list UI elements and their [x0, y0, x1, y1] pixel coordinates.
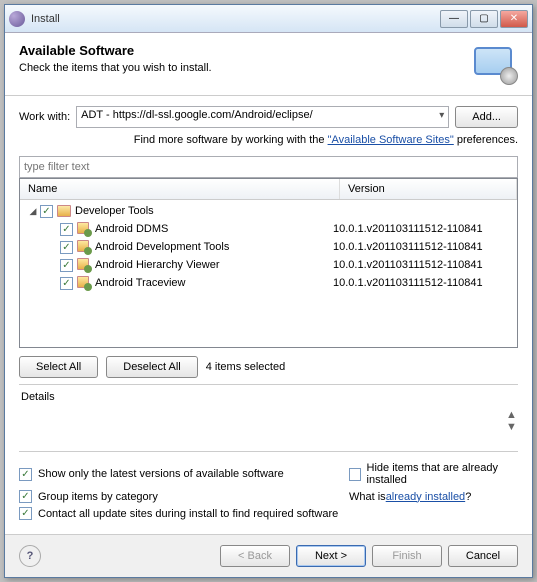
titlebar[interactable]: Install — ▢ ✕: [5, 5, 532, 33]
hide-label: Hide items that are already installed: [367, 462, 518, 486]
tree-item-row[interactable]: ✓ Android Hierarchy Viewer 10.0.1.v20110…: [20, 256, 517, 274]
item-label: Android DDMS: [95, 223, 333, 235]
software-tree[interactable]: Name Version ◢ ✓ Developer Tools ✓ Andro…: [19, 178, 518, 348]
plugin-icon: [77, 240, 91, 254]
content-area: Work with: ADT - https://dl-ssl.google.c…: [5, 96, 532, 534]
checkbox[interactable]: ✓: [40, 205, 53, 218]
header-subtitle: Check the items that you wish to install…: [19, 62, 460, 74]
checkbox[interactable]: ✓: [60, 277, 73, 290]
selection-count: 4 items selected: [206, 361, 285, 373]
details-section: Details ▲▼: [19, 384, 518, 443]
work-with-value: ADT - https://dl-ssl.google.com/Android/…: [81, 109, 313, 121]
parent-label: Developer Tools: [75, 205, 345, 217]
work-with-combo[interactable]: ADT - https://dl-ssl.google.com/Android/…: [76, 106, 449, 128]
filter-input[interactable]: [19, 156, 518, 178]
plugin-icon: [77, 276, 91, 290]
col-version[interactable]: Version: [340, 179, 517, 199]
group-label: Group items by category: [38, 491, 158, 503]
help-button[interactable]: ?: [19, 545, 41, 567]
header-text: Available Software Check the items that …: [19, 43, 460, 74]
next-button[interactable]: Next >: [296, 545, 366, 567]
item-version: 10.0.1.v201103111512-110841: [333, 259, 517, 271]
tree-body: ◢ ✓ Developer Tools ✓ Android DDMS 10.0.…: [20, 200, 517, 294]
work-with-label: Work with:: [19, 111, 70, 123]
cancel-button[interactable]: Cancel: [448, 545, 518, 567]
maximize-button[interactable]: ▢: [470, 10, 498, 28]
minimize-button[interactable]: —: [440, 10, 468, 28]
hide-checkbox[interactable]: [349, 468, 361, 481]
plugin-icon: [77, 258, 91, 272]
item-version: 10.0.1.v201103111512-110841: [333, 277, 517, 289]
find-more-text: Find more software by working with the "…: [19, 134, 518, 146]
item-label: Android Traceview: [95, 277, 333, 289]
whatis-text: What is: [349, 491, 386, 503]
item-label: Android Hierarchy Viewer: [95, 259, 333, 271]
install-icon: [470, 43, 518, 85]
contact-checkbox[interactable]: ✓: [19, 507, 32, 520]
group-checkbox[interactable]: ✓: [19, 490, 32, 503]
tree-item-row[interactable]: ✓ Android Development Tools 10.0.1.v2011…: [20, 238, 517, 256]
work-with-row: Work with: ADT - https://dl-ssl.google.c…: [19, 106, 518, 128]
checkbox[interactable]: ✓: [60, 241, 73, 254]
details-title: Details: [21, 391, 516, 403]
collapse-icon[interactable]: ◢: [28, 206, 38, 216]
tree-parent-row[interactable]: ◢ ✓ Developer Tools: [20, 202, 517, 220]
deselect-all-button[interactable]: Deselect All: [106, 356, 197, 378]
plugin-icon: [77, 222, 91, 236]
tree-header: Name Version: [20, 179, 517, 200]
item-version: 10.0.1.v201103111512-110841: [333, 241, 517, 253]
options-section: ✓ Show only the latest versions of avail…: [19, 451, 518, 520]
item-label: Android Development Tools: [95, 241, 333, 253]
tree-item-row[interactable]: ✓ Android DDMS 10.0.1.v201103111512-1108…: [20, 220, 517, 238]
dialog-header: Available Software Check the items that …: [5, 33, 532, 96]
header-title: Available Software: [19, 43, 460, 58]
already-installed-link[interactable]: already installed: [386, 491, 466, 503]
window-buttons: — ▢ ✕: [440, 10, 528, 28]
eclipse-icon: [9, 11, 25, 27]
tree-item-row[interactable]: ✓ Android Traceview 10.0.1.v201103111512…: [20, 274, 517, 292]
available-sites-link[interactable]: "Available Software Sites": [328, 134, 454, 146]
selection-row: Select All Deselect All 4 items selected: [19, 356, 518, 378]
finish-button[interactable]: Finish: [372, 545, 442, 567]
latest-label: Show only the latest versions of availab…: [38, 468, 284, 480]
latest-checkbox[interactable]: ✓: [19, 468, 32, 481]
col-name[interactable]: Name: [20, 179, 340, 199]
details-expand-icon[interactable]: ▲▼: [506, 409, 516, 427]
folder-icon: [57, 205, 71, 217]
details-body: ▲▼: [21, 407, 516, 439]
checkbox[interactable]: ✓: [60, 223, 73, 236]
install-dialog: Install — ▢ ✕ Available Software Check t…: [4, 4, 533, 578]
dialog-footer: ? < Back Next > Finish Cancel: [5, 534, 532, 577]
add-button[interactable]: Add...: [455, 106, 518, 128]
checkbox[interactable]: ✓: [60, 259, 73, 272]
close-button[interactable]: ✕: [500, 10, 528, 28]
item-version: 10.0.1.v201103111512-110841: [333, 223, 517, 235]
back-button[interactable]: < Back: [220, 545, 290, 567]
contact-label: Contact all update sites during install …: [38, 508, 338, 520]
select-all-button[interactable]: Select All: [19, 356, 98, 378]
window-title: Install: [31, 13, 440, 25]
